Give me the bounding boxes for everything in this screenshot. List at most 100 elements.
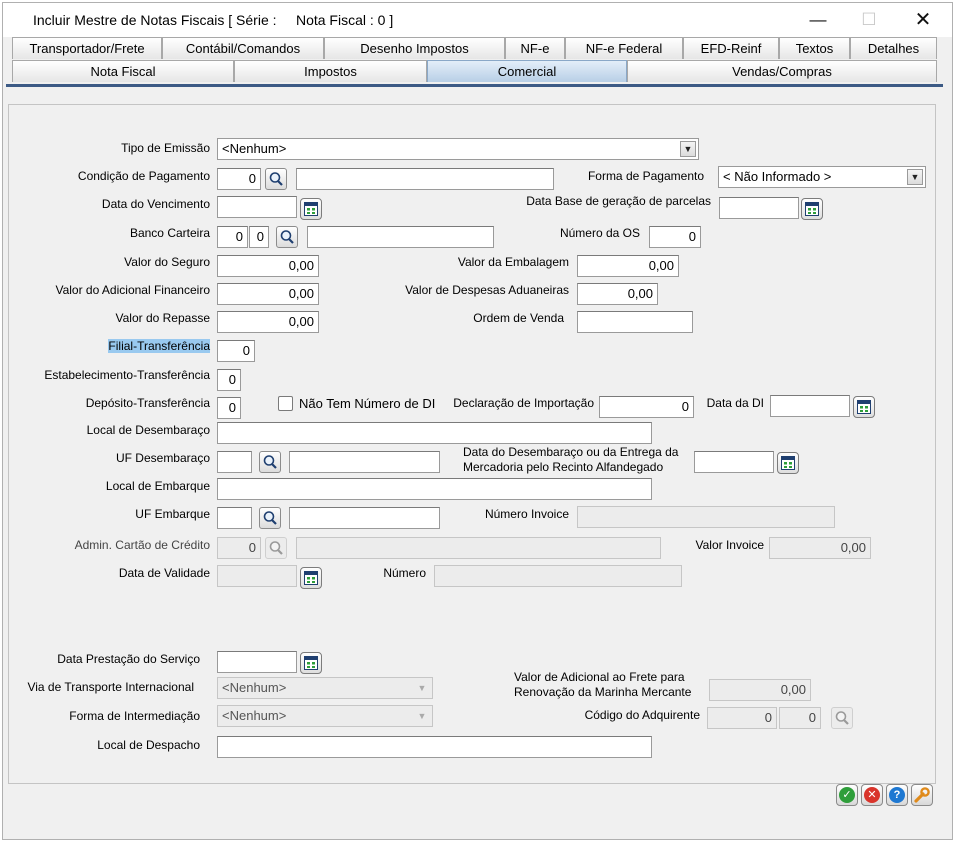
deposito-transferencia-input[interactable]: 0 xyxy=(217,397,241,419)
data-desembaraco-calendar-button[interactable] xyxy=(777,452,799,474)
data-di-label: Data da DI xyxy=(706,396,764,410)
tipo-emissao-value: <Nenhum> xyxy=(222,141,287,156)
calendar-icon xyxy=(805,202,819,216)
tab-desenho-impostos[interactable]: Desenho Impostos xyxy=(324,37,505,59)
valor-embalagem-input[interactable]: 0,00 xyxy=(577,255,679,277)
tab-transportador-frete[interactable]: Transportador/Frete xyxy=(12,37,162,59)
tab-nfe-federal[interactable]: NF-e Federal xyxy=(565,37,683,59)
valor-seguro-input[interactable]: 0,00 xyxy=(217,255,319,277)
data-validade-calendar-button[interactable] xyxy=(300,567,322,589)
data-prestacao-servico-calendar-button[interactable] xyxy=(300,652,322,674)
forma-intermediacao-select[interactable]: <Nenhum> ▼ xyxy=(217,705,433,727)
filial-transferencia-label: Filial-Transferência xyxy=(108,339,210,353)
valor-adicional-frete-input[interactable]: 0,00 xyxy=(709,679,811,701)
tab-impostos[interactable]: Impostos xyxy=(234,60,427,82)
numero-input[interactable] xyxy=(434,565,682,587)
valor-despesas-aduaneiras-input[interactable]: 0,00 xyxy=(577,283,658,305)
tab-nota-fiscal[interactable]: Nota Fiscal xyxy=(12,60,234,82)
ordem-venda-label: Ordem de Venda xyxy=(473,311,564,325)
condicao-pagamento-search-button[interactable] xyxy=(265,168,287,190)
data-base-parcelas-calendar-button[interactable] xyxy=(801,198,823,220)
tab-row-2: Nota Fiscal Impostos Comercial Vendas/Co… xyxy=(12,60,937,82)
numero-os-input[interactable]: 0 xyxy=(649,226,701,248)
calendar-icon xyxy=(304,656,318,670)
tab-efd-reinf[interactable]: EFD-Reinf xyxy=(683,37,779,59)
condicao-pagamento-code[interactable]: 0 xyxy=(217,168,261,190)
forma-pagamento-label: Forma de Pagamento xyxy=(587,169,704,183)
help-button[interactable]: ? xyxy=(886,784,908,806)
data-di-input[interactable] xyxy=(770,395,850,417)
valor-invoice-input[interactable]: 0,00 xyxy=(769,537,871,559)
admin-cartao-label: Admin. Cartão de Crédito xyxy=(74,538,210,552)
uf-embarque-code[interactable] xyxy=(217,507,252,529)
nao-tem-numero-di-checkbox[interactable] xyxy=(278,396,293,411)
calendar-icon xyxy=(304,202,318,216)
tipo-emissao-select[interactable]: <Nenhum> ▼ xyxy=(217,138,699,160)
declaracao-importacao-input[interactable]: 0 xyxy=(599,396,694,418)
admin-cartao-code[interactable]: 0 xyxy=(217,537,261,559)
local-despacho-input[interactable] xyxy=(217,736,652,758)
admin-cartao-desc[interactable] xyxy=(296,537,661,559)
uf-desembaraco-desc[interactable] xyxy=(289,451,440,473)
data-di-calendar-button[interactable] xyxy=(853,396,875,418)
uf-embarque-search-button[interactable] xyxy=(259,507,281,529)
wrench-icon xyxy=(914,787,930,803)
tools-button[interactable] xyxy=(911,784,933,806)
tab-textos[interactable]: Textos xyxy=(779,37,850,59)
banco-code-input[interactable]: 0 xyxy=(217,226,248,248)
numero-label: Número xyxy=(383,566,426,580)
data-vencimento-input[interactable] xyxy=(217,196,297,218)
data-prestacao-servico-input[interactable] xyxy=(217,651,297,673)
uf-embarque-desc[interactable] xyxy=(289,507,440,529)
minimize-button[interactable]: — xyxy=(795,3,841,37)
data-desembaraco-label-line2: Mercadoria pelo Recinto Alfandegado xyxy=(463,460,664,474)
banco-carteira-search-button[interactable] xyxy=(276,226,298,248)
ordem-venda-input[interactable] xyxy=(577,311,693,333)
tab-detalhes[interactable]: Detalhes xyxy=(850,37,937,59)
carteira-code-input[interactable]: 0 xyxy=(249,226,269,248)
valor-adicional-financeiro-input[interactable]: 0,00 xyxy=(217,283,319,305)
via-transporte-select[interactable]: <Nenhum> ▼ xyxy=(217,677,433,699)
data-base-parcelas-label: Data Base de geração de parcelas xyxy=(526,194,711,208)
tab-nfe[interactable]: NF-e xyxy=(505,37,565,59)
cancel-button[interactable]: ✕ xyxy=(861,784,883,806)
data-vencimento-calendar-button[interactable] xyxy=(300,198,322,220)
valor-embalagem-label: Valor da Embalagem xyxy=(457,255,569,269)
tab-contabil-comandos[interactable]: Contábil/Comandos xyxy=(162,37,324,59)
title-bar: Incluir Mestre de Notas Fiscais [ Série … xyxy=(3,3,952,37)
condicao-pagamento-desc[interactable] xyxy=(296,168,554,190)
uf-desembaraco-code[interactable] xyxy=(217,451,252,473)
calendar-icon xyxy=(781,456,795,470)
uf-desembaraco-label: UF Desembaraço xyxy=(115,451,210,465)
check-icon: ✓ xyxy=(839,787,855,803)
confirm-button[interactable]: ✓ xyxy=(836,784,858,806)
valor-adicional-frete-label-line1: Valor de Adicional ao Frete para xyxy=(514,670,685,684)
data-vencimento-label: Data do Vencimento xyxy=(101,197,210,211)
tab-vendas-compras[interactable]: Vendas/Compras xyxy=(627,60,937,82)
codigo-adquirente-code2[interactable]: 0 xyxy=(779,707,821,729)
valor-despesas-aduaneiras-label: Valor de Despesas Aduaneiras xyxy=(405,283,569,297)
codigo-adquirente-search-button[interactable] xyxy=(831,707,853,729)
local-embarque-input[interactable] xyxy=(217,478,652,500)
numero-invoice-input[interactable] xyxy=(577,506,835,528)
uf-desembaraco-search-button[interactable] xyxy=(259,451,281,473)
filial-transferencia-input[interactable]: 0 xyxy=(217,340,255,362)
local-desembaraco-input[interactable] xyxy=(217,422,652,444)
data-desembaraco-input[interactable] xyxy=(694,451,774,473)
valor-repasse-input[interactable]: 0,00 xyxy=(217,311,319,333)
tab-comercial[interactable]: Comercial xyxy=(427,60,627,82)
maximize-button[interactable]: ☐ xyxy=(846,3,892,37)
close-button[interactable]: ✕ xyxy=(900,3,946,37)
nao-tem-numero-di-label: Não Tem Número de DI xyxy=(299,396,436,411)
cancel-icon: ✕ xyxy=(864,787,880,803)
estabelecimento-transferencia-label: Estabelecimento-Transferência xyxy=(44,368,210,382)
banco-carteira-desc[interactable] xyxy=(307,226,494,248)
search-icon xyxy=(280,230,294,244)
banco-carteira-label: Banco Carteira xyxy=(129,226,210,240)
data-validade-input[interactable] xyxy=(217,565,297,587)
codigo-adquirente-code1[interactable]: 0 xyxy=(707,707,777,729)
admin-cartao-search-button[interactable] xyxy=(265,537,287,559)
data-base-parcelas-input[interactable] xyxy=(719,197,799,219)
forma-pagamento-select[interactable]: < Não Informado > ▼ xyxy=(718,166,926,188)
estabelecimento-transferencia-input[interactable]: 0 xyxy=(217,369,241,391)
